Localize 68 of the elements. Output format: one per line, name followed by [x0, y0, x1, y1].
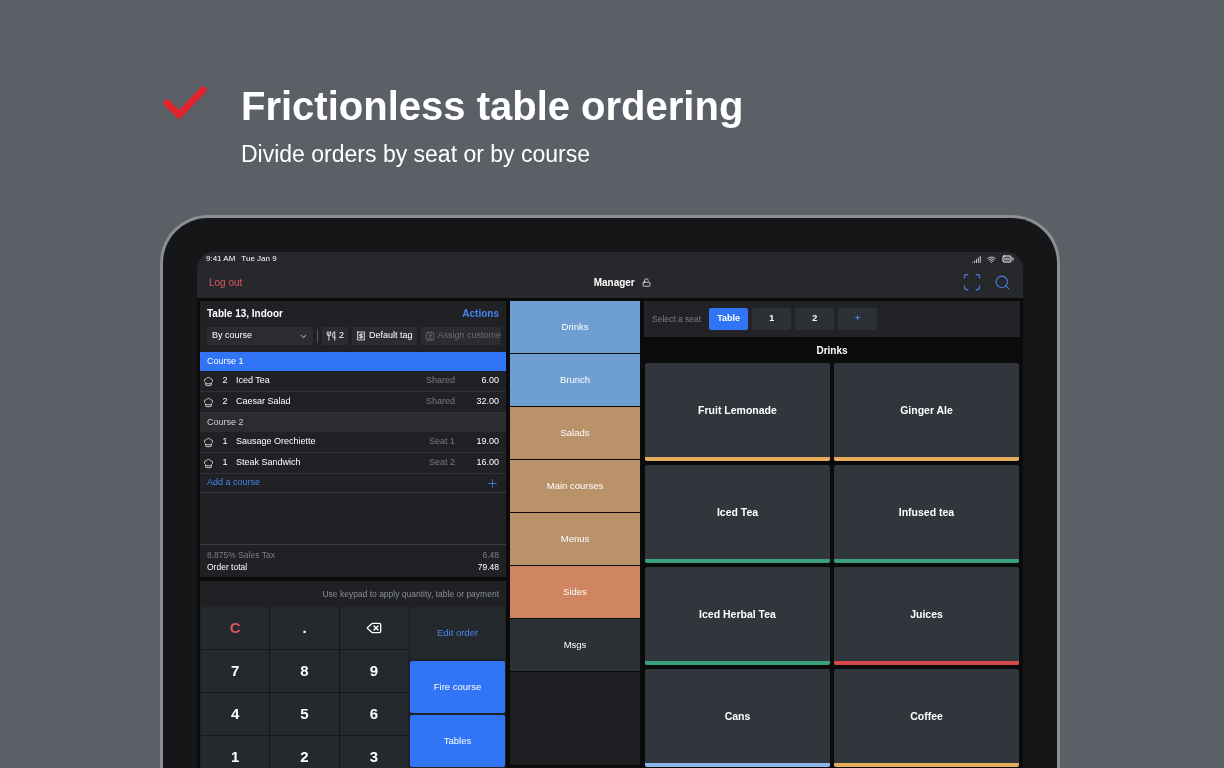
total-amount: 79.48	[477, 561, 499, 573]
menu-item-tile[interactable]: Cans	[645, 669, 830, 767]
order-title: Table 13, Indoor	[207, 306, 283, 321]
menu-item-tile[interactable]: Infused tea	[834, 465, 1019, 563]
order-item-row[interactable]: 1 Sausage Orechiette Seat 1 19.00	[200, 432, 506, 453]
menu-item-tile[interactable]: Ginger Ale	[834, 363, 1019, 461]
course-header[interactable]: Course 2	[200, 413, 506, 432]
keypad-key[interactable]: 4	[201, 693, 270, 735]
backspace-icon	[365, 620, 382, 636]
action-button[interactable]: Tables	[410, 715, 505, 767]
battery-icon	[1002, 253, 1014, 265]
chef-hat-icon	[203, 436, 214, 448]
menu-item-tile[interactable]: Fruit Lemonade	[645, 363, 830, 461]
contact-card-icon	[424, 331, 435, 341]
keypad-hint: Use keypad to apply quantity, table or payment	[322, 587, 499, 601]
menu-item-tile[interactable]: Juices	[834, 567, 1019, 665]
order-item-row[interactable]: 1 Steak Sandwich Seat 2 16.00	[200, 453, 506, 474]
keypad-key[interactable]: 7	[201, 650, 270, 692]
seat-button[interactable]: 2	[795, 308, 835, 330]
menu-item-tile[interactable]: Iced Herbal Tea	[645, 567, 830, 665]
clear-key[interactable]: C	[201, 607, 270, 649]
seat-button[interactable]: +	[838, 308, 878, 330]
keypad-key[interactable]: 6	[339, 693, 408, 735]
keypad-key[interactable]: 8	[270, 650, 339, 692]
plus-icon	[486, 476, 499, 490]
course-header[interactable]: Course 1	[200, 352, 506, 371]
receipt-icon	[356, 331, 366, 341]
grouping-dropdown[interactable]: By course	[207, 327, 313, 345]
unlocked-icon	[641, 277, 651, 287]
guests-button[interactable]: 2	[322, 327, 348, 345]
utensils-icon	[326, 331, 336, 341]
actions-button[interactable]: Actions	[462, 305, 499, 321]
search-icon[interactable]	[994, 273, 1011, 291]
status-date: Tue Jan 9	[241, 253, 277, 265]
keypad-key[interactable]: 9	[339, 650, 408, 692]
menu-item-tile[interactable]: Coffee	[834, 669, 1019, 767]
keypad-key[interactable]: 5	[270, 693, 339, 735]
backspace-key[interactable]	[339, 607, 408, 649]
seat-button[interactable]: 1	[752, 308, 792, 330]
scan-icon[interactable]	[962, 272, 982, 292]
wifi-icon	[987, 254, 996, 264]
category-tile[interactable]: Msgs	[510, 619, 640, 671]
order-item-row[interactable]: 2 Iced Tea Shared 6.00	[200, 371, 506, 392]
status-time: 9:41 AM	[206, 253, 236, 265]
chef-hat-icon	[203, 375, 214, 387]
menu-title: Drinks	[816, 343, 848, 358]
seat-label: Select a seat	[652, 312, 702, 326]
keypad-key[interactable]: .	[270, 607, 339, 649]
tag-button[interactable]: Default tag	[352, 327, 417, 345]
menu-item-tile[interactable]: Iced Tea	[645, 465, 830, 563]
signal-icon	[972, 254, 981, 264]
subheadline: Divide orders by seat or by course	[241, 140, 591, 168]
logout-button[interactable]: Log out	[209, 274, 243, 290]
keypad-key[interactable]: 1	[201, 736, 270, 768]
keypad-key[interactable]: 3	[339, 736, 408, 768]
checkmark-icon	[163, 86, 207, 120]
add-course-button[interactable]: Add a course	[200, 474, 506, 493]
headline: Frictionless table ordering	[241, 84, 744, 128]
user-name: Manager	[593, 275, 635, 290]
tax-amount: 6.48	[482, 549, 499, 561]
edit-order-button[interactable]: Edit order	[410, 607, 505, 659]
total-label: Order total	[207, 561, 248, 573]
chef-hat-icon	[203, 457, 214, 469]
tax-label: 8.875% Sales Tax	[207, 549, 275, 561]
keypad-key[interactable]: 2	[270, 736, 339, 768]
chef-hat-icon	[203, 396, 214, 408]
action-button[interactable]: Fire course	[410, 661, 505, 713]
seat-button[interactable]: Table	[709, 308, 749, 330]
